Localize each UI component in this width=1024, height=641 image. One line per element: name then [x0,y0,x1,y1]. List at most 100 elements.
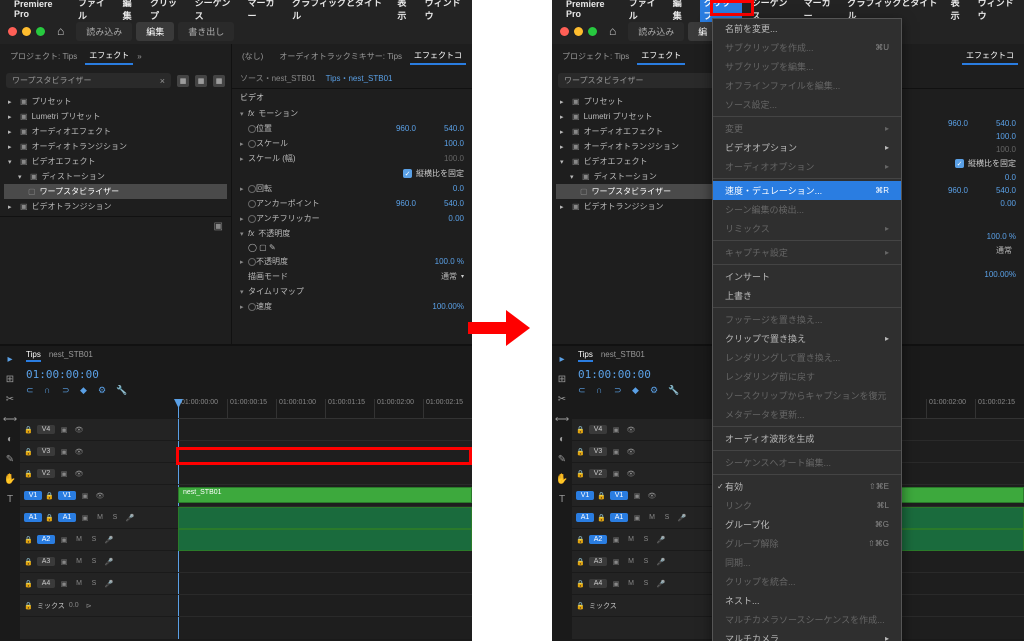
tab-mixer[interactable]: オーディオトラックミキサー: Tips [275,49,406,64]
tree-audio-trans[interactable]: ▸▣オーディオトランジション [4,139,227,154]
slip-tool-icon[interactable]: ◐ [3,432,17,446]
video-clip[interactable]: nest_STB01 [178,487,472,503]
window-controls[interactable] [560,27,597,36]
tab-project[interactable]: プロジェクト: Tips [558,49,633,64]
track-a4[interactable]: 🔒A4▣MS🎤 [20,573,178,595]
tab-import[interactable]: 読み込み [76,22,132,41]
selection-tool-icon[interactable]: ▸ [555,352,569,366]
menu-group[interactable]: グループ化⌘G [713,515,901,534]
tab-effect-controls[interactable]: エフェクトコ [962,48,1018,65]
panel-menu-icon[interactable]: » [137,52,141,61]
tree-warp-stabilizer[interactable]: ▢ワープスタビライザー [4,184,227,199]
tree-video-fx[interactable]: ▾▣ビデオエフェクト [4,154,227,169]
track-v2[interactable]: 🔒V2▣👁 [572,463,730,485]
track-select-tool-icon[interactable]: ⊞ [555,372,569,386]
stopwatch-icon[interactable] [248,258,256,266]
menu-gen-audio-wave[interactable]: オーディオ波形を生成 [713,429,901,448]
menu-graphics[interactable]: グラフィックとタイトル [292,0,387,22]
type-tool-icon[interactable]: T [3,492,17,506]
tab-effect-controls[interactable]: エフェクトコ [410,48,466,65]
menu-edit[interactable]: 編集 [673,0,690,22]
menu-overwrite[interactable]: 上書き [713,286,901,305]
magnet-icon[interactable]: ∩ [44,385,56,397]
timeline-ruler[interactable]: 01:00:00:00 01:00:00:15 01:00:01:00 01:0… [178,399,472,419]
menu-window[interactable]: ウィンドウ [978,0,1020,22]
stopwatch-icon[interactable] [248,200,256,208]
track-v1[interactable]: V1🔒V1▣👁 [572,485,730,507]
hand-tool-icon[interactable]: ✋ [3,472,17,486]
track-a2[interactable]: 🔒A2▣MS🎤 [572,529,730,551]
settings-icon[interactable]: ⚙ [98,385,110,397]
track-a1[interactable]: A1🔒A1▣MS🎤 [20,507,178,529]
slip-tool-icon[interactable]: ◐ [555,432,569,446]
anchor-y[interactable]: 540.0 [424,199,464,208]
search-input[interactable]: ワープスタビライザー × [6,73,171,88]
menu-speed-duration[interactable]: 速度・デュレーション...⌘R [713,181,901,200]
app-name[interactable]: Premiere Pro [14,0,68,19]
maximize-icon[interactable] [588,27,597,36]
seq-tab-tips[interactable]: Tips [26,350,41,362]
timeline-tracks[interactable]: nest_STB01 [178,419,472,639]
audio-clip[interactable] [178,529,472,551]
seq-tab-nest[interactable]: nest_STB01 [601,350,645,362]
close-icon[interactable] [8,27,17,36]
position-x[interactable]: 960.0 [376,124,416,133]
playhead[interactable] [178,399,179,418]
tab-import[interactable]: 読み込み [628,22,684,41]
track-v4[interactable]: 🔒V4▣👁 [572,419,730,441]
tree-presets[interactable]: ▸▣プリセット [4,94,227,109]
tree-distortion[interactable]: ▾▣ディストーション [4,169,227,184]
settings-icon[interactable]: ⚙ [650,385,662,397]
menu-edit[interactable]: 編集 [123,0,140,22]
tree-lumetri[interactable]: ▸▣Lumetri プリセット [4,109,227,124]
magnet-icon[interactable]: ∩ [596,385,608,397]
wrench-icon[interactable]: 🔧 [116,385,128,397]
track-mix[interactable]: 🔒ミックス [572,595,730,617]
tree-video-trans[interactable]: ▸▣ビデオトランジション [4,199,227,214]
filter-icon-1[interactable]: ▦ [177,75,189,87]
menu-insert[interactable]: インサート [713,267,901,286]
menu-enable[interactable]: ✓有効⇧⌘E [713,477,901,496]
new-bin-icon[interactable]: ▣ [214,221,223,232]
filter-icon-2[interactable]: ▦ [195,75,207,87]
track-select-tool-icon[interactable]: ⊞ [3,372,17,386]
link-icon[interactable]: ⊃ [62,385,74,397]
close-icon[interactable] [560,27,569,36]
home-icon[interactable]: ⌂ [57,24,64,38]
menu-marker[interactable]: マーカー [248,0,283,22]
minimize-icon[interactable] [22,27,31,36]
track-v3[interactable]: 🔒V3▣👁 [20,441,178,463]
track-v4[interactable]: 🔒V4▣👁 [20,419,178,441]
link-icon[interactable]: ⊃ [614,385,626,397]
snap-icon[interactable]: ⊂ [578,385,590,397]
menu-window[interactable]: ウィンドウ [425,0,468,22]
minimize-icon[interactable] [574,27,583,36]
menu-multicam[interactable]: マルチカメラ▸ [713,629,901,641]
blend-mode-dropdown[interactable]: 通常 [437,271,461,282]
track-v2[interactable]: 🔒V2▣👁 [20,463,178,485]
window-controls[interactable] [8,27,45,36]
rotation-value[interactable]: 0.0 [424,184,464,193]
menu-nest[interactable]: ネスト... [713,591,901,610]
track-a2[interactable]: 🔒A2▣MS🎤 [20,529,178,551]
scale-value[interactable]: 100.0 [424,139,464,148]
menu-sequence[interactable]: シーケンス [195,0,238,22]
tab-project[interactable]: プロジェクト: Tips [6,49,81,64]
stopwatch-icon[interactable] [248,215,256,223]
tab-edit[interactable]: 編集 [136,22,174,41]
timeline-timecode[interactable]: 01:00:00:00 [578,368,651,381]
menu-replace-clip[interactable]: クリップで置き換え▸ [713,329,901,348]
app-name[interactable]: Premiere Pro [566,0,619,19]
position-y[interactable]: 540.0 [424,124,464,133]
opacity-value[interactable]: 100.0 % [424,257,464,266]
ripple-tool-icon[interactable]: ✂ [555,392,569,406]
ripple-tool-icon[interactable]: ✂ [3,392,17,406]
pen-tool-icon[interactable]: ✎ [3,452,17,466]
snap-icon[interactable]: ⊂ [26,385,38,397]
track-v1[interactable]: V1🔒V1▣👁 [20,485,178,507]
tab-effects[interactable]: エフェクト [85,48,133,65]
track-a1[interactable]: A1🔒A1▣MS🎤 [572,507,730,529]
pen-tool-icon[interactable]: ✎ [555,452,569,466]
filter-icon-3[interactable]: ▦ [213,75,225,87]
razor-tool-icon[interactable]: ⟷ [3,412,17,426]
